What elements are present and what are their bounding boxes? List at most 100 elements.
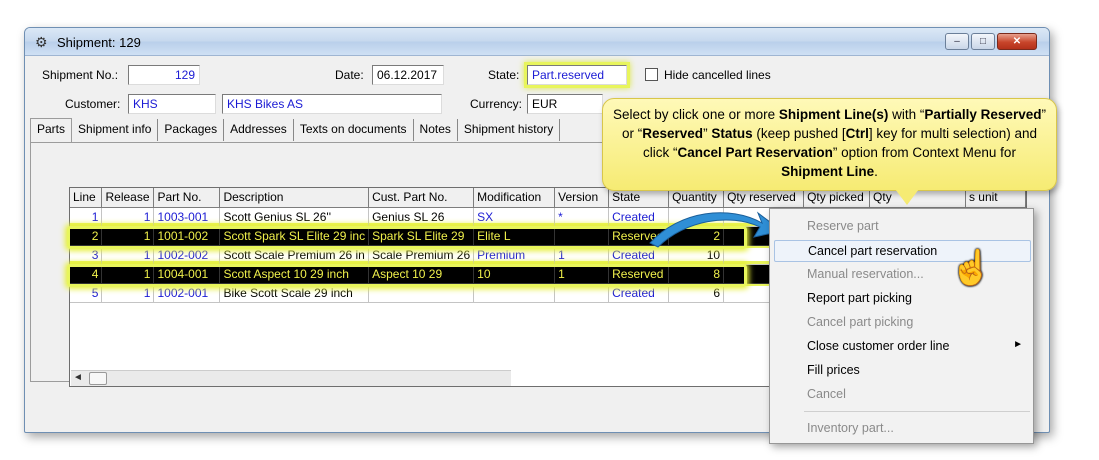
cell-cust-part-no: Spark SL Elite 29 [368,226,475,246]
cell-part-no: 1003-001 [153,207,221,227]
submenu-arrow-icon: ► [1013,339,1023,350]
tab-shipment-history[interactable]: Shipment history [458,119,561,141]
cell-quantity: 8 [668,264,725,284]
pointer-arrow-icon [649,211,784,248]
col-modification[interactable]: Modification [473,188,556,208]
cell-line: 2 [70,226,103,246]
hide-cancelled-label: Hide cancelled lines [664,68,771,82]
cell-quantity: 6 [668,283,725,303]
cell-version: 1 [554,245,610,265]
col-cust-part-no[interactable]: Cust. Part No. [368,188,475,208]
tab-parts[interactable]: Parts [30,118,73,142]
tab-bar: Parts Shipment info Packages Addresses T… [30,118,561,142]
state-label: State: [488,68,520,82]
cell-description: Bike Scott Scale 29 inch [219,283,370,303]
tab-packages[interactable]: Packages [158,119,225,141]
callout-text: Select by click one or more [613,107,779,122]
tab-texts-on-documents[interactable]: Texts on documents [294,119,414,141]
cell-description: Scott Scale Premium 26 in [219,245,370,265]
cell-release: 1 [101,226,155,246]
tab-addresses[interactable]: Addresses [224,119,294,141]
cell-state: Created [608,283,670,303]
cell-part-no: 1004-001 [153,264,221,284]
callout-tail [895,189,919,205]
shipment-no-field[interactable]: 129 [128,65,200,85]
date-field[interactable]: 06.12.2017 [372,65,444,85]
horizontal-scrollbar[interactable]: ◄ [71,370,511,386]
cell-version [554,283,610,303]
tab-notes[interactable]: Notes [414,119,458,141]
cell-release: 1 [101,264,155,284]
cell-modification: SX [473,207,556,227]
cell-cust-part-no [368,283,475,303]
callout-text: ” option from Context Menu for [832,145,1016,160]
cell-cust-part-no: Aspect 10 29 [368,264,475,284]
menu-cancel-part-reservation[interactable]: Cancel part reservation [774,240,1031,262]
cell-line: 3 [70,245,103,265]
cell-modification [473,283,556,303]
cell-line: 5 [70,283,103,303]
title-bar[interactable]: ⚙ Shipment: 129 – □ ✕ [25,28,1049,56]
cell-release: 1 [101,207,155,227]
cell-version: 1 [554,264,610,284]
cell-part-no: 1001-002 [153,226,221,246]
callout-bold: Shipment Line(s) [778,107,889,122]
date-label: Date: [335,68,364,82]
callout-text: with “ [888,107,925,122]
col-release[interactable]: Release [101,188,155,208]
cell-cust-part-no: Scale Premium 26 [368,245,475,265]
menu-close-customer-order-line-label: Close customer order line [807,339,950,353]
maximize-button[interactable]: □ [971,33,995,50]
callout-bold: Ctrl [845,126,869,141]
cell-part-no: 1002-001 [153,283,221,303]
scroll-thumb[interactable] [89,372,107,385]
menu-reserve-part[interactable]: Reserve part [774,216,1031,238]
cell-part-no: 1002-002 [153,245,221,265]
callout-bold: Status [711,126,753,141]
menu-inventory-part[interactable]: Inventory part... [774,418,1031,440]
window-title: Shipment: 129 [57,35,141,50]
menu-cancel-part-picking[interactable]: Cancel part picking [774,312,1031,334]
callout-bold: Shipment Line [781,164,875,179]
app-icon: ⚙ [35,34,48,50]
instruction-callout: Select by click one or more Shipment Lin… [602,98,1057,191]
cell-modification: 10 [473,264,556,284]
customer-code-field[interactable]: KHS [128,94,216,114]
scroll-left-icon[interactable]: ◄ [73,372,83,383]
menu-close-customer-order-line[interactable]: Close customer order line ► [774,336,1031,358]
col-description[interactable]: Description [219,188,370,208]
col-line[interactable]: Line [70,188,103,208]
cell-line: 4 [70,264,103,284]
customer-name-field[interactable]: KHS Bikes AS [222,94,442,114]
cell-description: Scott Spark SL Elite 29 inc [219,226,370,246]
context-menu: Reserve part Cancel part reservation Man… [769,208,1034,444]
cell-version [554,226,610,246]
currency-field[interactable]: EUR [527,94,603,114]
callout-text: (keep pushed [ [752,126,846,141]
menu-report-part-picking[interactable]: Report part picking [774,288,1031,310]
cell-modification: Premium [473,245,556,265]
menu-fill-prices[interactable]: Fill prices [774,360,1031,382]
cell-release: 1 [101,245,155,265]
callout-bold: Cancel Part Reservation [677,145,833,160]
hide-cancelled-checkbox[interactable] [645,68,658,81]
callout-bold: Reserved [642,126,704,141]
col-version[interactable]: Version [554,188,610,208]
menu-cancel[interactable]: Cancel [774,384,1031,406]
shipment-no-label: Shipment No.: [42,68,119,82]
menu-manual-reservation[interactable]: Manual reservation... [774,264,1031,286]
tab-shipment-info[interactable]: Shipment info [72,119,159,141]
cell-version: * [554,207,610,227]
currency-label: Currency: [470,97,523,111]
cell-description: Scott Aspect 10 29 inch [219,264,370,284]
state-field[interactable]: Part.reserved [527,65,627,85]
close-button[interactable]: ✕ [997,33,1037,50]
col-part-no[interactable]: Part No. [153,188,221,208]
cell-cust-part-no: Genius SL 26 [368,207,475,227]
cell-modification: Elite L [473,226,556,246]
callout-bold: Partially Reserved [924,107,1042,122]
hand-cursor-icon: ☝ [950,249,993,287]
menu-separator [804,411,1030,412]
cell-release: 1 [101,283,155,303]
minimize-button[interactable]: – [945,33,969,50]
